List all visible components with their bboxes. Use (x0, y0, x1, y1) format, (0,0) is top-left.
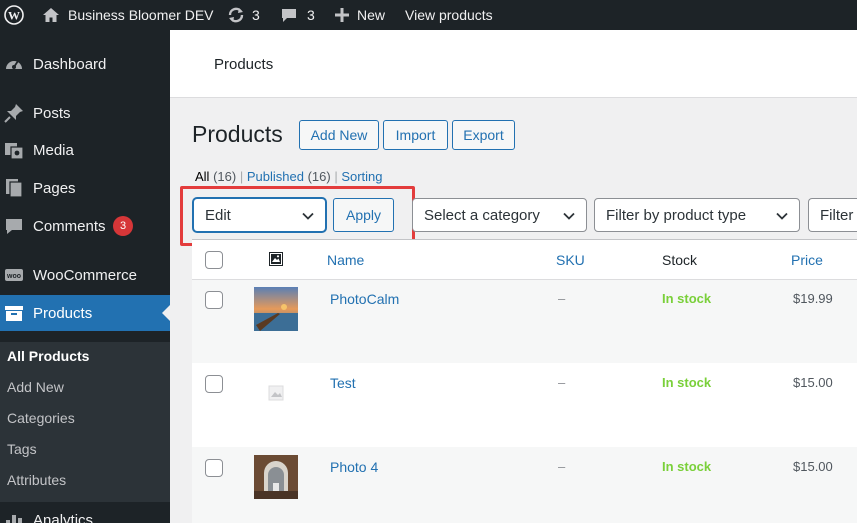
dashboard-icon (4, 54, 24, 74)
stock-status: In stock (662, 375, 712, 390)
menu-pages[interactable]: Pages (0, 170, 170, 206)
row-checkbox[interactable] (205, 375, 223, 393)
product-name-link[interactable]: Test (330, 375, 356, 391)
product-type-filter-select[interactable]: Filter by product type (594, 198, 800, 232)
view-separator: | (239, 169, 247, 184)
menu-analytics[interactable]: Analytics (0, 502, 170, 523)
view-products-link[interactable]: View products (405, 0, 493, 30)
svg-text:woo: woo (6, 273, 21, 280)
table-row: PhotoCalm – In stock $19.99 (192, 279, 857, 363)
product-name-link[interactable]: PhotoCalm (330, 291, 399, 307)
row-divider (192, 279, 857, 280)
menu-products[interactable]: Products (0, 295, 170, 331)
view-all-count: (16) (213, 169, 237, 184)
stock-filter-value: Filter (820, 206, 854, 224)
page-title: Products (192, 121, 283, 147)
menu-comments[interactable]: Comments 3 (0, 208, 170, 244)
admin-bar: W Business Bloomer DEV 3 3 New View prod… (0, 0, 857, 30)
admin-sidebar: Dashboard Posts Media Pages Comments 3 w… (0, 30, 170, 523)
header-title: Products (214, 56, 274, 73)
bulk-action-value: Edit (205, 206, 231, 224)
column-stock: Stock (662, 252, 698, 268)
placeholder-image-icon[interactable] (254, 371, 298, 415)
submenu-tags[interactable]: Tags (7, 441, 37, 457)
updates-link[interactable]: 3 (227, 0, 260, 30)
comments-link[interactable]: 3 (281, 0, 315, 30)
apply-button[interactable]: Apply (333, 198, 394, 232)
svg-text:W: W (8, 9, 20, 23)
woo-icon: woo (4, 265, 24, 285)
add-new-button[interactable]: Add New (299, 120, 379, 150)
submenu-attributes[interactable]: Attributes (7, 472, 66, 488)
view-all-link[interactable]: All (195, 169, 209, 184)
view-sorting-link[interactable]: Sorting (341, 169, 382, 184)
updates-icon (227, 6, 245, 24)
new-content-link[interactable]: New (335, 0, 385, 30)
view-published-count: (16) (307, 169, 331, 184)
products-table: Name SKU Stock Price PhotoCalm – In stoc… (192, 239, 857, 523)
chevron-down-icon (301, 209, 315, 227)
new-label: New (357, 7, 386, 23)
chevron-down-icon (562, 209, 576, 227)
site-name-link[interactable]: Business Bloomer DEV (42, 0, 214, 30)
home-icon (42, 7, 60, 23)
product-sku: – (558, 291, 566, 306)
product-price: $15.00 (793, 459, 833, 474)
comment-icon (4, 216, 24, 236)
product-price: $15.00 (793, 375, 833, 390)
product-price: $19.99 (793, 291, 833, 306)
submenu-all-products[interactable]: All Products (7, 348, 89, 364)
export-button[interactable]: Export (452, 120, 515, 150)
import-button[interactable]: Import (383, 120, 448, 150)
archive-icon (4, 303, 24, 323)
plus-icon (335, 8, 349, 22)
category-filter-select[interactable]: Select a category (412, 198, 587, 232)
column-price[interactable]: Price (791, 252, 823, 268)
menu-posts[interactable]: Posts (0, 95, 170, 131)
status-views: All (16) | Published (16) | Sorting (195, 169, 383, 184)
pin-icon (4, 103, 24, 123)
image-column-icon (269, 252, 283, 271)
menu-media[interactable]: Media (0, 132, 170, 168)
table-row: Test – In stock $15.00 (192, 363, 857, 447)
product-type-filter-value: Filter by product type (606, 206, 747, 224)
bulk-action-select[interactable]: Edit (193, 198, 326, 232)
menu-woocommerce[interactable]: woo WooCommerce (0, 257, 170, 293)
chart-icon (4, 510, 24, 523)
updates-count: 3 (252, 7, 260, 23)
comments-badge: 3 (113, 216, 133, 236)
stock-filter-select[interactable]: Filter (808, 198, 857, 232)
product-sku: – (558, 375, 566, 390)
current-menu-arrow (162, 305, 170, 321)
site-name: Business Bloomer DEV (68, 7, 214, 23)
product-thumbnail[interactable] (254, 455, 298, 499)
submenu-add-new[interactable]: Add New (7, 379, 64, 395)
row-checkbox[interactable] (205, 291, 223, 309)
submenu-categories[interactable]: Categories (7, 410, 75, 426)
comment-bubble-icon (281, 7, 297, 23)
product-sku: – (558, 459, 566, 474)
pages-icon (4, 178, 24, 198)
menu-dashboard[interactable]: Dashboard (0, 46, 170, 82)
column-sku[interactable]: SKU (556, 252, 585, 268)
table-row: Photo 4 – In stock $15.00 (192, 447, 857, 523)
view-published-link[interactable]: Published (247, 169, 304, 184)
woo-header: Products (170, 30, 857, 98)
product-name-link[interactable]: Photo 4 (330, 459, 378, 475)
wordpress-logo-icon[interactable]: W (4, 0, 24, 30)
row-checkbox[interactable] (205, 459, 223, 477)
product-thumbnail[interactable] (254, 287, 298, 331)
stock-status: In stock (662, 291, 712, 306)
stock-status: In stock (662, 459, 712, 474)
column-name[interactable]: Name (327, 252, 364, 268)
category-filter-value: Select a category (424, 206, 540, 224)
chevron-down-icon (775, 209, 789, 227)
select-all-checkbox[interactable] (205, 251, 223, 269)
media-icon (4, 140, 24, 160)
comments-count: 3 (307, 7, 315, 23)
